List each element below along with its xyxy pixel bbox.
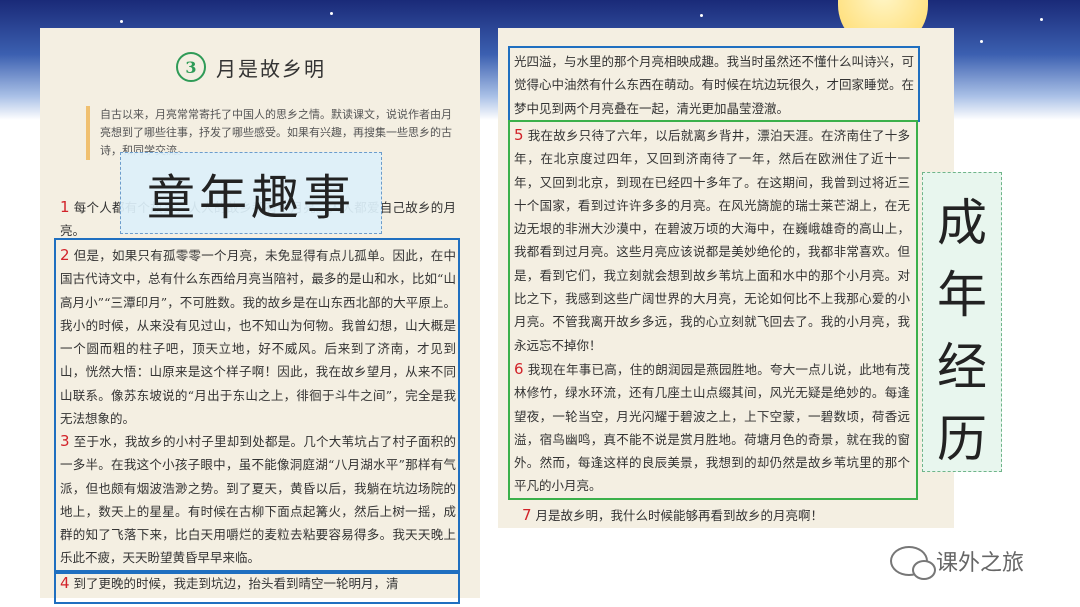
- lesson-heading: 3 月是故乡明: [176, 52, 326, 82]
- star-icon: [1040, 18, 1043, 21]
- star-icon: [700, 14, 703, 17]
- lesson-number: 3: [176, 52, 206, 82]
- childhood-label: 童年趣事: [120, 152, 382, 234]
- adulthood-label-char: 成: [937, 194, 987, 252]
- childhood-highlight-box: [54, 238, 460, 574]
- adulthood-label-char: 年: [937, 266, 987, 324]
- paragraph-number: 7: [522, 506, 532, 524]
- star-icon: [980, 40, 983, 43]
- paragraph-text: 月是故乡明，我什么时候能够再看到故乡的月亮啊！: [535, 508, 824, 523]
- adulthood-label-char: 经: [937, 338, 987, 396]
- adulthood-highlight-box: [508, 120, 918, 500]
- wechat-watermark: 课外之旅: [890, 545, 1025, 580]
- adulthood-label: 成 年 经 历: [922, 172, 1002, 472]
- watermark-text: 课外之旅: [936, 551, 1025, 576]
- paragraph-number: 1: [60, 198, 70, 216]
- paragraph-4-highlight-box: [54, 570, 460, 604]
- paragraph-7: 7 月是故乡明，我什么时候能够再看到故乡的月亮啊！: [522, 504, 918, 527]
- star-icon: [330, 12, 333, 15]
- wechat-icon: [890, 546, 936, 580]
- continued-highlight-box: [508, 46, 920, 122]
- adulthood-label-char: 历: [937, 410, 987, 468]
- lesson-title: 月是故乡明: [216, 56, 326, 81]
- star-icon: [120, 20, 123, 23]
